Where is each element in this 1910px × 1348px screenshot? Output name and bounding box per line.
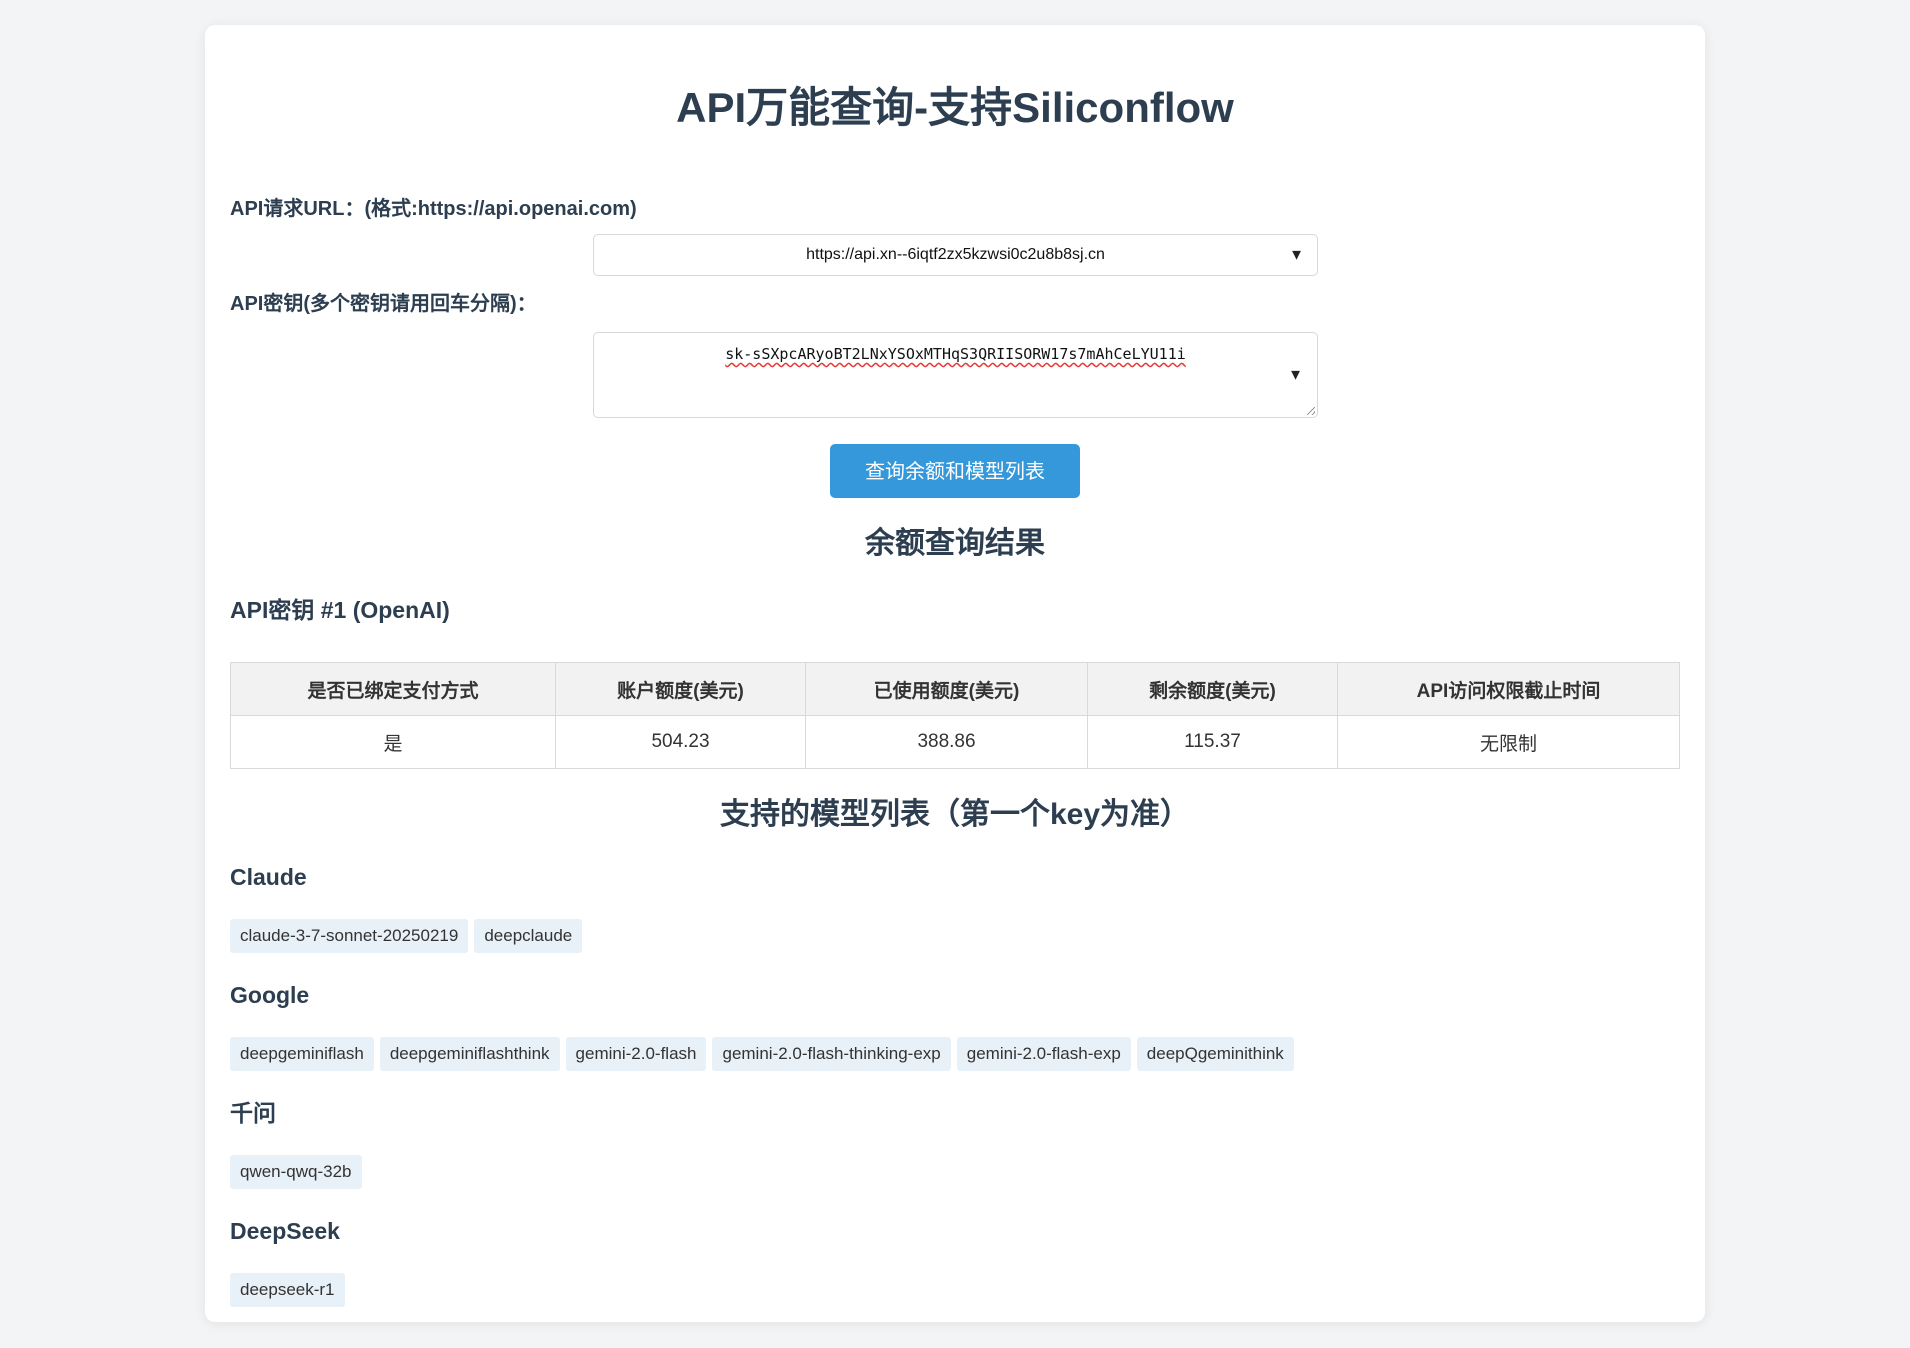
table-cell: 是 — [230, 715, 556, 769]
page-title: API万能查询-支持Siliconflow — [676, 84, 1234, 131]
column-header: 账户额度(美元) — [555, 662, 806, 716]
balance-table: 是否已绑定支付方式 账户额度(美元) 已使用额度(美元) 剩余额度(美元) AP… — [230, 662, 1680, 769]
model-tag: gemini-2.0-flash — [565, 1037, 707, 1071]
model-tag: claude-3-7-sonnet-20250219 — [230, 919, 469, 953]
model-group-claude: Claude claude-3-7-sonnet-20250219 deepcl… — [230, 863, 1680, 953]
model-tag: deepclaude — [474, 919, 583, 953]
balance-section-title: 余额查询结果 — [865, 527, 1045, 560]
models-section-title: 支持的模型列表（第一个key为准） — [719, 798, 1191, 831]
resize-handle-icon[interactable] — [1307, 407, 1315, 415]
group-name: 千问 — [230, 1100, 276, 1126]
column-header: API访问权限截止时间 — [1337, 662, 1680, 716]
model-tag: qwen-qwq-32b — [230, 1155, 362, 1189]
column-header: 已使用额度(美元) — [805, 662, 1088, 716]
model-tag: deepseek-r1 — [230, 1273, 345, 1307]
model-tag: deepgeminiflash — [230, 1037, 374, 1071]
url-select[interactable]: https://api.xn--6iqtf2zx5kzwsi0c2u8b8sj.… — [593, 234, 1318, 276]
api-key-value: sk-sSXpcARyoBT2LNxYSOxMTHqS3QRIISORW17s7… — [725, 345, 1186, 363]
main-card: API万能查询-支持Siliconflow API请求URL：(格式:https… — [205, 25, 1705, 1322]
group-name: DeepSeek — [230, 1218, 340, 1244]
table-row: 是 504.23 388.86 115.37 无限制 — [230, 715, 1680, 769]
model-tag: gemini-2.0-flash-exp — [956, 1037, 1131, 1071]
table-header-row: 是否已绑定支付方式 账户额度(美元) 已使用额度(美元) 剩余额度(美元) AP… — [230, 662, 1680, 716]
column-header: 剩余额度(美元) — [1087, 662, 1338, 716]
model-group-qianwen: 千问 qwen-qwq-32b — [230, 1099, 1680, 1189]
model-tag: deepQgeminithink — [1136, 1037, 1294, 1071]
dropdown-arrow-icon[interactable]: ▼ — [1288, 367, 1303, 384]
model-tag: gemini-2.0-flash-thinking-exp — [712, 1037, 951, 1071]
model-group-google: Google deepgeminiflash deepgeminiflashth… — [230, 981, 1680, 1071]
url-value: https://api.xn--6iqtf2zx5kzwsi0c2u8b8sj.… — [806, 246, 1105, 263]
column-header: 是否已绑定支付方式 — [230, 662, 556, 716]
table-cell: 无限制 — [1337, 715, 1680, 769]
table-cell: 504.23 — [555, 715, 806, 769]
query-button[interactable]: 查询余额和模型列表 — [830, 444, 1080, 498]
table-cell: 115.37 — [1087, 715, 1338, 769]
table-cell: 388.86 — [805, 715, 1088, 769]
key-label: API密钥(多个密钥请用回车分隔)： — [230, 293, 537, 315]
url-label: API请求URL：(格式:https://api.openai.com) — [230, 198, 637, 220]
api-key-textarea[interactable]: sk-sSXpcARyoBT2LNxYSOxMTHqS3QRIISORW17s7… — [593, 332, 1318, 418]
group-name: Google — [230, 982, 310, 1008]
dropdown-arrow-icon[interactable]: ▼ — [1289, 247, 1304, 264]
group-name: Claude — [230, 864, 307, 890]
model-group-deepseek: DeepSeek deepseek-r1 — [230, 1217, 1680, 1307]
key-result-heading: API密钥 #1 (OpenAI) — [230, 597, 450, 623]
model-tag: deepgeminiflashthink — [379, 1037, 560, 1071]
